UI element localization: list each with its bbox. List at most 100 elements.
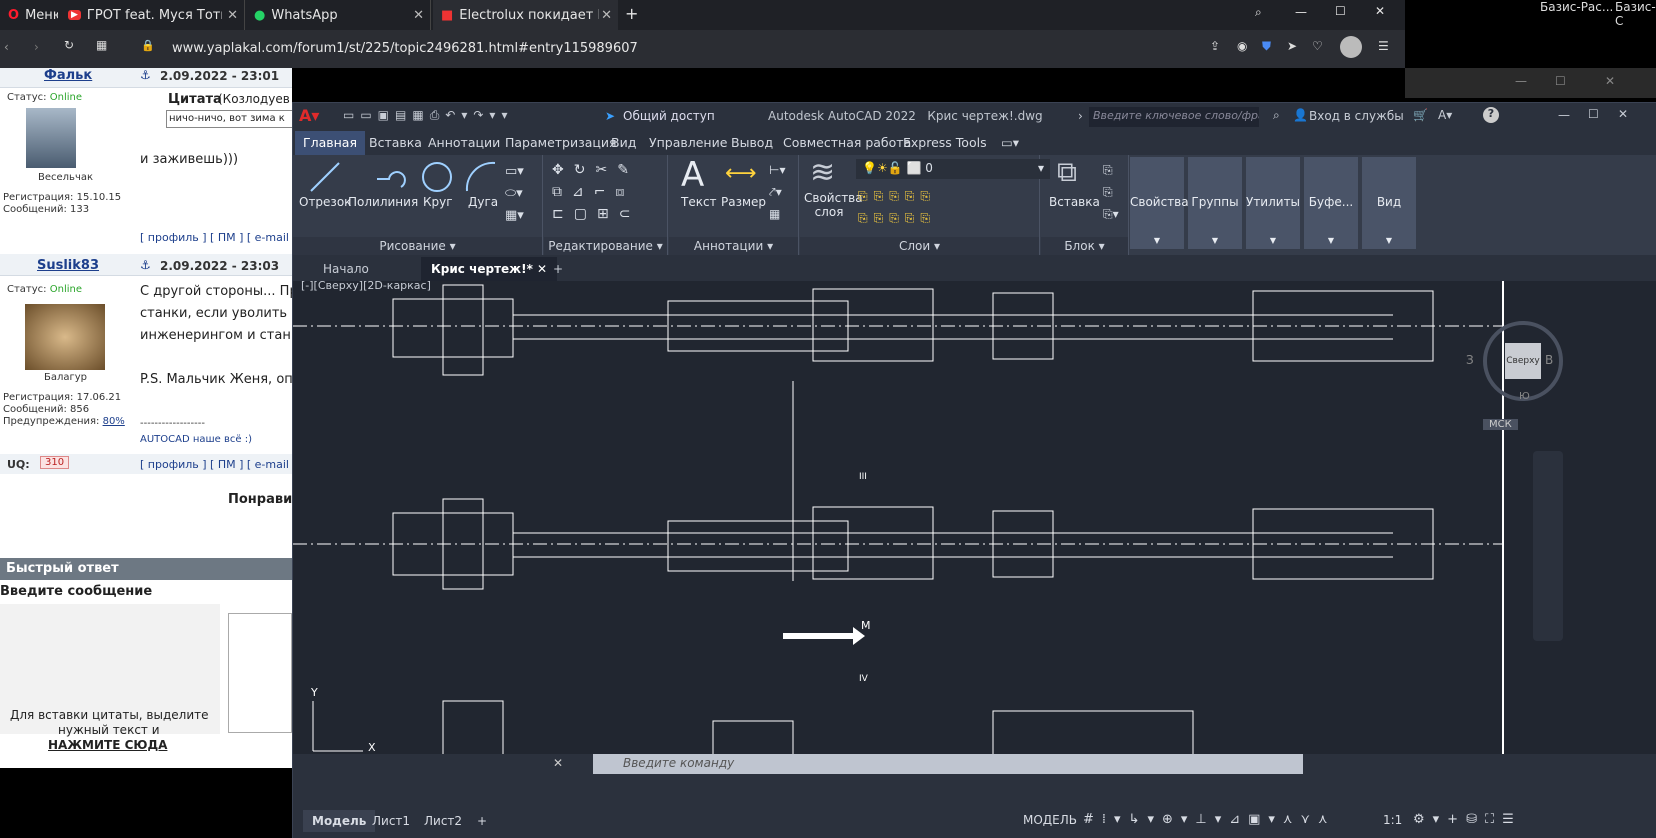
- help-search-input[interactable]: Введите ключевое слово/фразу: [1089, 107, 1259, 127]
- share-button[interactable]: Общий доступ: [623, 109, 715, 123]
- annotation-scale[interactable]: 1:1: [1383, 813, 1402, 827]
- help-icon[interactable]: ?: [1483, 107, 1499, 123]
- post-links[interactable]: [ профиль ] [ ПМ ] [ e-mail: [140, 458, 289, 471]
- minimize-icon[interactable]: —: [1558, 108, 1570, 122]
- settings-icon[interactable]: ☰: [1378, 39, 1389, 53]
- maximize-icon[interactable]: ☐: [1335, 4, 1346, 18]
- share-icon[interactable]: ➤: [605, 109, 615, 123]
- modify-tools[interactable]: ✥↻✂✎ ⧉⊿⌐⧈ ⊏▢⊞⊂: [552, 159, 640, 225]
- command-line[interactable]: Введите команду: [593, 754, 1303, 774]
- vpn-icon[interactable]: ⛊: [1262, 39, 1271, 54]
- annot-small-icons[interactable]: ⊢▾ ⤤▾ ▦: [769, 159, 785, 225]
- tab-start[interactable]: Начало: [313, 257, 379, 281]
- layer-tools[interactable]: ⎘⎘⎘⎘⎘ ⎘⎘⎘⎘⎘: [858, 185, 936, 229]
- cart-icon[interactable]: 🛒: [1413, 108, 1428, 122]
- browser-tab[interactable]: ● WhatsApp ✕: [246, 0, 431, 30]
- autocad-logo-icon[interactable]: A▾: [299, 106, 319, 125]
- chevron-right-icon[interactable]: ›: [1078, 109, 1083, 123]
- qat-icons[interactable]: ▭▭▣▤▦⎙↶▾↷▾▾: [343, 108, 513, 123]
- draw-small-icons[interactable]: ▭▾ ⬭▾ ▦▾: [505, 161, 524, 227]
- drawing-canvas[interactable]: M III IV Y X [-][Сверху][2D-каркас] Свер…: [293, 281, 1656, 794]
- insert-quote-link[interactable]: НАЖМИТЕ СЮДА: [48, 738, 167, 752]
- insert-block-button[interactable]: Вставка: [1049, 195, 1100, 209]
- maximize-icon[interactable]: ☐: [1588, 107, 1599, 121]
- tab-home[interactable]: Главная: [295, 131, 365, 155]
- tab-view[interactable]: Вид: [603, 131, 644, 155]
- close-window-icon[interactable]: ✕: [1605, 74, 1615, 88]
- post-author[interactable]: Фальк: [44, 68, 92, 83]
- close-window-icon[interactable]: ✕: [1375, 4, 1385, 18]
- layer-properties-button[interactable]: Свойства слоя: [804, 191, 863, 219]
- post-links[interactable]: [ профиль ] [ ПМ ] [ e-mail: [140, 231, 289, 244]
- viewport-controls[interactable]: [-][Сверху][2D-каркас]: [301, 281, 431, 292]
- tab-annotate[interactable]: Аннотации: [420, 131, 508, 155]
- panel-title[interactable]: Слои ▾: [800, 237, 1039, 255]
- opera-menu-button[interactable]: O Меню: [0, 0, 58, 30]
- speed-dial-icon[interactable]: ▦: [96, 38, 107, 52]
- polyline-tool[interactable]: Полилиния: [348, 195, 418, 209]
- camera-icon[interactable]: ◉: [1237, 39, 1247, 53]
- close-tab-icon[interactable]: ✕: [227, 8, 238, 23]
- panel-title[interactable]: Рисование ▾: [293, 237, 542, 255]
- url-field[interactable]: www.yaplakal.com/forum1/st/225/topic2496…: [172, 36, 1222, 62]
- tab-layout1[interactable]: Лист1: [363, 810, 419, 832]
- panel-title[interactable]: Редактирование ▾: [544, 237, 667, 255]
- navigation-bar[interactable]: [1533, 451, 1563, 641]
- close-tab-icon[interactable]: ✕: [413, 8, 424, 23]
- status-bar-right-icons[interactable]: ⚙▾+⛁⛶☰: [1413, 812, 1522, 827]
- block-small-icons[interactable]: ⎘ ⎘ ⎘▾: [1103, 159, 1119, 225]
- uq-value[interactable]: 310: [40, 456, 70, 469]
- taskbar-item[interactable]: Базис-С: [1615, 0, 1656, 28]
- share-icon[interactable]: ⇪: [1210, 39, 1220, 53]
- status-bar-icons[interactable]: #⁞▾↳▾⊕▾⊥▾⊿▣▾⋏⋎⋏: [1083, 812, 1336, 827]
- forward-icon[interactable]: ›: [34, 40, 39, 54]
- tab-express-tools[interactable]: Express Tools: [895, 131, 995, 155]
- browser-tab-active[interactable]: ■ Electrolux покидает Россию ✕: [433, 0, 618, 30]
- circle-tool[interactable]: Круг: [423, 195, 453, 209]
- anchor-icon[interactable]: ⚓: [140, 258, 151, 272]
- tab-output[interactable]: Вывод: [723, 131, 781, 155]
- send-icon[interactable]: ➤: [1287, 39, 1297, 53]
- viewcube-east[interactable]: В: [1545, 353, 1553, 367]
- ucs-button[interactable]: МСК: [1483, 419, 1518, 430]
- tab-manage[interactable]: Управление: [641, 131, 735, 155]
- viewcube-south[interactable]: Ю: [1519, 391, 1530, 402]
- browser-tab[interactable]: ▶ ГРОТ feat. Муся Тотибадзе ✕: [60, 0, 245, 30]
- search-icon[interactable]: ⌕: [1273, 108, 1280, 123]
- ribbon-minimize-icon[interactable]: ▭▾: [993, 131, 1027, 155]
- reload-icon[interactable]: ↻: [64, 38, 74, 52]
- panel-title[interactable]: Аннотации ▾: [669, 237, 798, 255]
- signin-button[interactable]: Вход в службы: [1309, 109, 1404, 123]
- model-space-button[interactable]: МОДЕЛЬ: [1023, 813, 1077, 827]
- minimize-icon[interactable]: —: [1295, 5, 1307, 19]
- taskbar-item[interactable]: Базис-Рас...: [1540, 0, 1613, 14]
- avatar[interactable]: [26, 108, 76, 168]
- profile-icon[interactable]: [1340, 36, 1362, 58]
- viewcube-top[interactable]: Сверху: [1505, 343, 1541, 379]
- clipboard-button[interactable]: Буфе... ▼: [1304, 157, 1358, 249]
- line-tool[interactable]: Отрезок: [299, 195, 351, 209]
- tab-layout2[interactable]: Лист2: [415, 810, 471, 832]
- user-icon[interactable]: 👤: [1293, 108, 1308, 122]
- close-tab-icon[interactable]: ✕: [601, 8, 612, 23]
- avatar[interactable]: [25, 304, 105, 370]
- panel-title[interactable]: Блок ▾: [1041, 237, 1128, 255]
- close-window-icon[interactable]: ✕: [1618, 107, 1628, 121]
- message-textarea[interactable]: [228, 613, 292, 733]
- anchor-icon[interactable]: ⚓: [140, 68, 151, 82]
- minimize-icon[interactable]: —: [1515, 74, 1527, 88]
- groups-button[interactable]: Группы ▼: [1188, 157, 1242, 249]
- view-button[interactable]: Вид ▼: [1362, 157, 1416, 249]
- new-tab-button[interactable]: +: [543, 257, 573, 281]
- add-layout-button[interactable]: +: [468, 810, 496, 832]
- autodesk-a360-icon[interactable]: A▾: [1438, 108, 1452, 122]
- properties-button[interactable]: Свойства ▼: [1130, 157, 1189, 249]
- maximize-icon[interactable]: ☐: [1555, 74, 1566, 88]
- back-icon[interactable]: ‹: [4, 40, 9, 54]
- dimension-tool[interactable]: Размер: [721, 195, 766, 209]
- utilities-button[interactable]: Утилиты ▼: [1246, 157, 1300, 249]
- search-tabs-icon[interactable]: ⌕: [1255, 5, 1262, 20]
- heart-icon[interactable]: ♡: [1312, 39, 1323, 53]
- new-tab-button[interactable]: +: [625, 4, 638, 23]
- post-author[interactable]: Suslik83: [37, 258, 99, 273]
